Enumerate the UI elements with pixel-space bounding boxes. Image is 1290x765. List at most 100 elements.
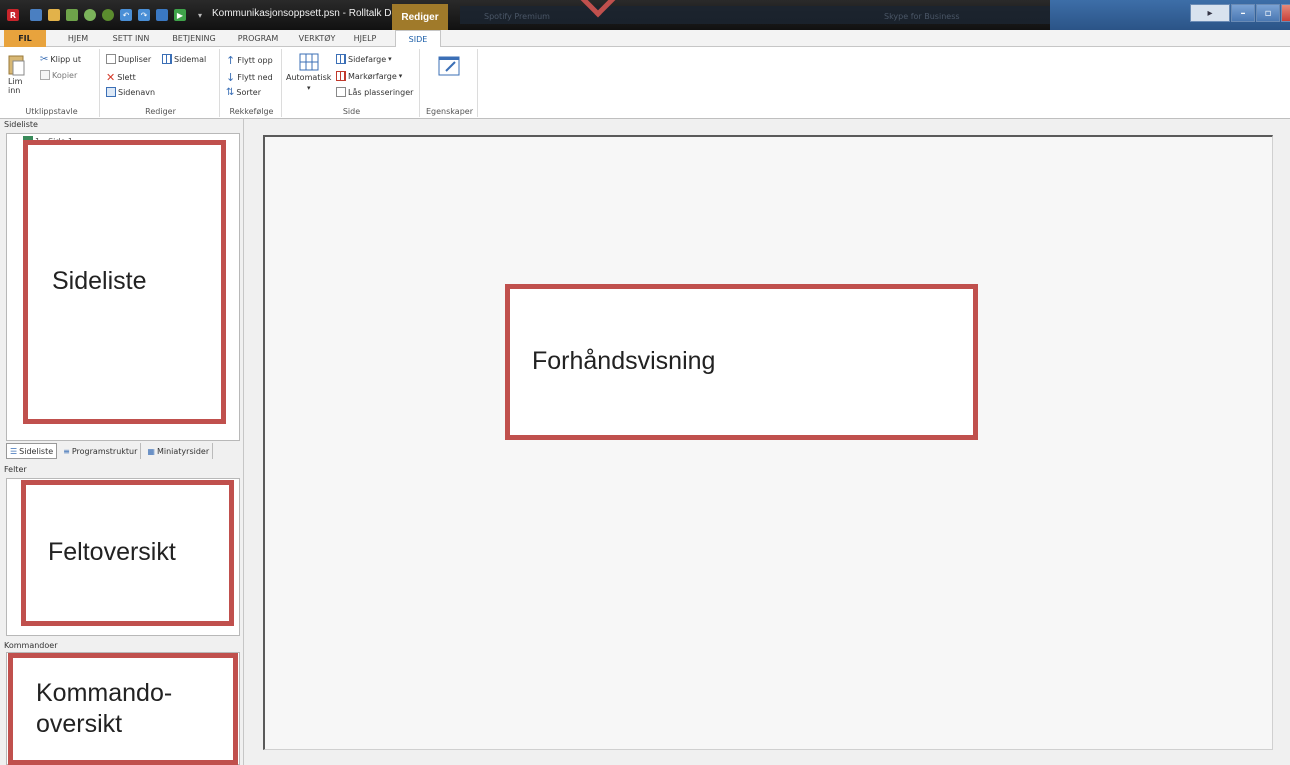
background-window-title-2: Skype for Business	[884, 12, 960, 21]
group-page: Automatisk ▾ Sidefarge ▾ Markørfarge ▾ L…	[284, 49, 420, 117]
sort-button[interactable]: ⇅ Sorter	[226, 87, 261, 98]
annotation-pagelist-text: Sideliste	[52, 267, 147, 296]
tab-side[interactable]: SIDE	[395, 30, 441, 48]
auto-layout-label: Automatisk	[286, 73, 332, 82]
group-order: ↑ Flytt opp ↓ Flytt ned ⇅ Sorter Rekkefø…	[222, 49, 282, 117]
delete-button[interactable]: ✕ Slett	[106, 71, 136, 84]
refresh-icon[interactable]	[102, 9, 114, 21]
title-bar: R ↶ ↷ ▶ ▾ Kommunikasjonsoppsett.psn - Ro…	[0, 0, 1290, 30]
scissors-icon: ✂	[40, 54, 49, 65]
tab-miniatyrsider[interactable]: ▦ Miniatyrsider	[144, 443, 214, 459]
tab-hjem[interactable]: HJEM	[58, 30, 98, 47]
page-color-button[interactable]: Sidefarge ▾	[336, 54, 392, 64]
list-icon: ☰	[10, 446, 18, 456]
marker-color-label: Markørfarge	[348, 71, 397, 81]
context-tab-rediger[interactable]: Rediger	[392, 4, 448, 30]
pagename-label: Sidenavn	[118, 87, 156, 97]
move-down-button[interactable]: ↓ Flytt ned	[226, 71, 273, 84]
annotation-fields-text: Feltoversikt	[48, 538, 176, 567]
tab-fil[interactable]: FIL	[4, 30, 46, 47]
copy-label: Kopier	[52, 70, 78, 80]
tab-program[interactable]: PROGRAM	[230, 30, 286, 47]
tab-betjening[interactable]: BETJENING	[164, 30, 224, 47]
group-clipboard: Lim inn ✂ Klipp ut Kopier Utklippstavle	[4, 49, 100, 117]
annotation-pagelist: Sideliste	[23, 140, 226, 424]
close-button[interactable]: x	[1281, 4, 1290, 22]
cut-label: Klipp ut	[50, 55, 81, 64]
play-icon[interactable]: ▶	[174, 9, 186, 21]
annotation-preview-text: Forhåndsvisning	[532, 347, 716, 376]
run-icon[interactable]	[84, 9, 96, 21]
lock-positions-label: Lås plasseringer	[348, 87, 414, 97]
lock-positions-checkbox[interactable]: Lås plasseringer	[336, 87, 413, 97]
annotation-commands-line1: Kommando-	[36, 678, 173, 707]
page-color-label: Sidefarge	[348, 54, 387, 64]
commands-header: Kommandoer	[4, 641, 58, 650]
fields-header: Felter	[4, 465, 27, 474]
open-folder-icon[interactable]	[48, 9, 60, 21]
minimize-button[interactable]: –	[1231, 4, 1255, 22]
tab-sideliste-label: Sideliste	[19, 446, 54, 456]
window-title: Kommunikasjonsoppsett.psn - Rolltalk Des…	[212, 8, 419, 19]
screen-icon[interactable]	[156, 9, 168, 21]
taskbar-button[interactable]: ▸	[1190, 4, 1230, 22]
move-up-label: Flytt opp	[237, 56, 273, 65]
customize-toolbar-icon[interactable]: ▾	[194, 9, 206, 21]
ribbon-tab-bar: FIL HJEM SETT INN BETJENING PROGRAM VERK…	[0, 30, 1290, 48]
maximize-button[interactable]: ▫	[1256, 4, 1280, 22]
marker-color-icon	[336, 71, 346, 81]
paste-button[interactable]: Lim inn	[8, 53, 34, 96]
delete-icon: ✕	[106, 71, 116, 84]
group-properties: Egenskaper	[422, 49, 478, 117]
page-color-icon	[336, 54, 346, 64]
dropdown-arrow-icon: ▾	[398, 72, 403, 80]
copy-icon	[40, 70, 50, 80]
duplicate-label: Dupliser	[118, 54, 152, 64]
properties-button[interactable]	[438, 55, 462, 77]
template-button[interactable]: Sidemal	[162, 54, 206, 64]
arrow-down-icon: ↓	[226, 71, 236, 84]
dropdown-arrow-icon: ▾	[306, 84, 311, 92]
taskbar-strip	[460, 6, 1060, 24]
layout-grid-icon	[299, 53, 319, 71]
dropdown-arrow-icon: ▾	[388, 55, 392, 63]
redo-icon[interactable]: ↷	[138, 9, 150, 21]
sort-icon: ⇅	[226, 87, 235, 98]
marker-color-button[interactable]: Markørfarge ▾	[336, 71, 402, 81]
rename-icon	[106, 87, 116, 97]
window-controls: ▸ – ▫ x	[1190, 4, 1290, 22]
tab-sett-inn[interactable]: SETT INN	[106, 30, 156, 47]
annotation-preview: Forhåndsvisning	[505, 284, 978, 440]
grid-icon	[162, 54, 172, 64]
tab-verktoy[interactable]: VERKTØY	[292, 30, 342, 47]
group-edit: Dupliser Sidemal ✕ Slett Sidenavn Redige…	[102, 49, 220, 117]
ribbon: Lim inn ✂ Klipp ut Kopier Utklippstavle …	[0, 47, 1290, 119]
copy-button[interactable]: Kopier	[40, 70, 77, 80]
app-logo-icon[interactable]: R	[7, 9, 19, 21]
preview-canvas[interactable]	[263, 135, 1273, 750]
arrow-up-icon: ↑	[226, 54, 236, 67]
tab-programstruktur[interactable]: ≡ Programstruktur	[60, 443, 142, 459]
save-icon[interactable]	[30, 9, 42, 21]
duplicate-icon	[106, 54, 116, 64]
group-label-edit: Rediger	[145, 107, 176, 116]
annotation-commands: Kommando- oversikt	[8, 653, 238, 765]
auto-layout-button[interactable]: Automatisk ▾	[286, 53, 331, 92]
group-label-clipboard: Utklippstavle	[25, 107, 78, 116]
thumbnail-grid-icon: ▦	[147, 446, 155, 456]
checkbox-icon	[336, 87, 346, 97]
undo-icon[interactable]: ↶	[120, 9, 132, 21]
cut-button[interactable]: ✂ Klipp ut	[40, 54, 81, 65]
tab-programstruktur-label: Programstruktur	[71, 446, 138, 456]
tab-hjelp[interactable]: HJELP	[344, 30, 386, 47]
pagename-button[interactable]: Sidenavn	[106, 87, 155, 97]
panel-tab-bar: ☰ Sideliste ≡ Programstruktur ▦ Miniatyr…	[6, 442, 240, 460]
paste-icon	[8, 55, 25, 76]
pagelist-header: Sideliste	[4, 120, 38, 129]
tab-sideliste[interactable]: ☰ Sideliste	[6, 443, 58, 459]
group-label-properties: Egenskaper	[426, 107, 473, 116]
move-up-button[interactable]: ↑ Flytt opp	[226, 54, 273, 67]
annotation-commands-line2: oversikt	[36, 710, 123, 738]
new-icon[interactable]	[66, 9, 78, 21]
duplicate-button[interactable]: Dupliser	[106, 54, 151, 64]
